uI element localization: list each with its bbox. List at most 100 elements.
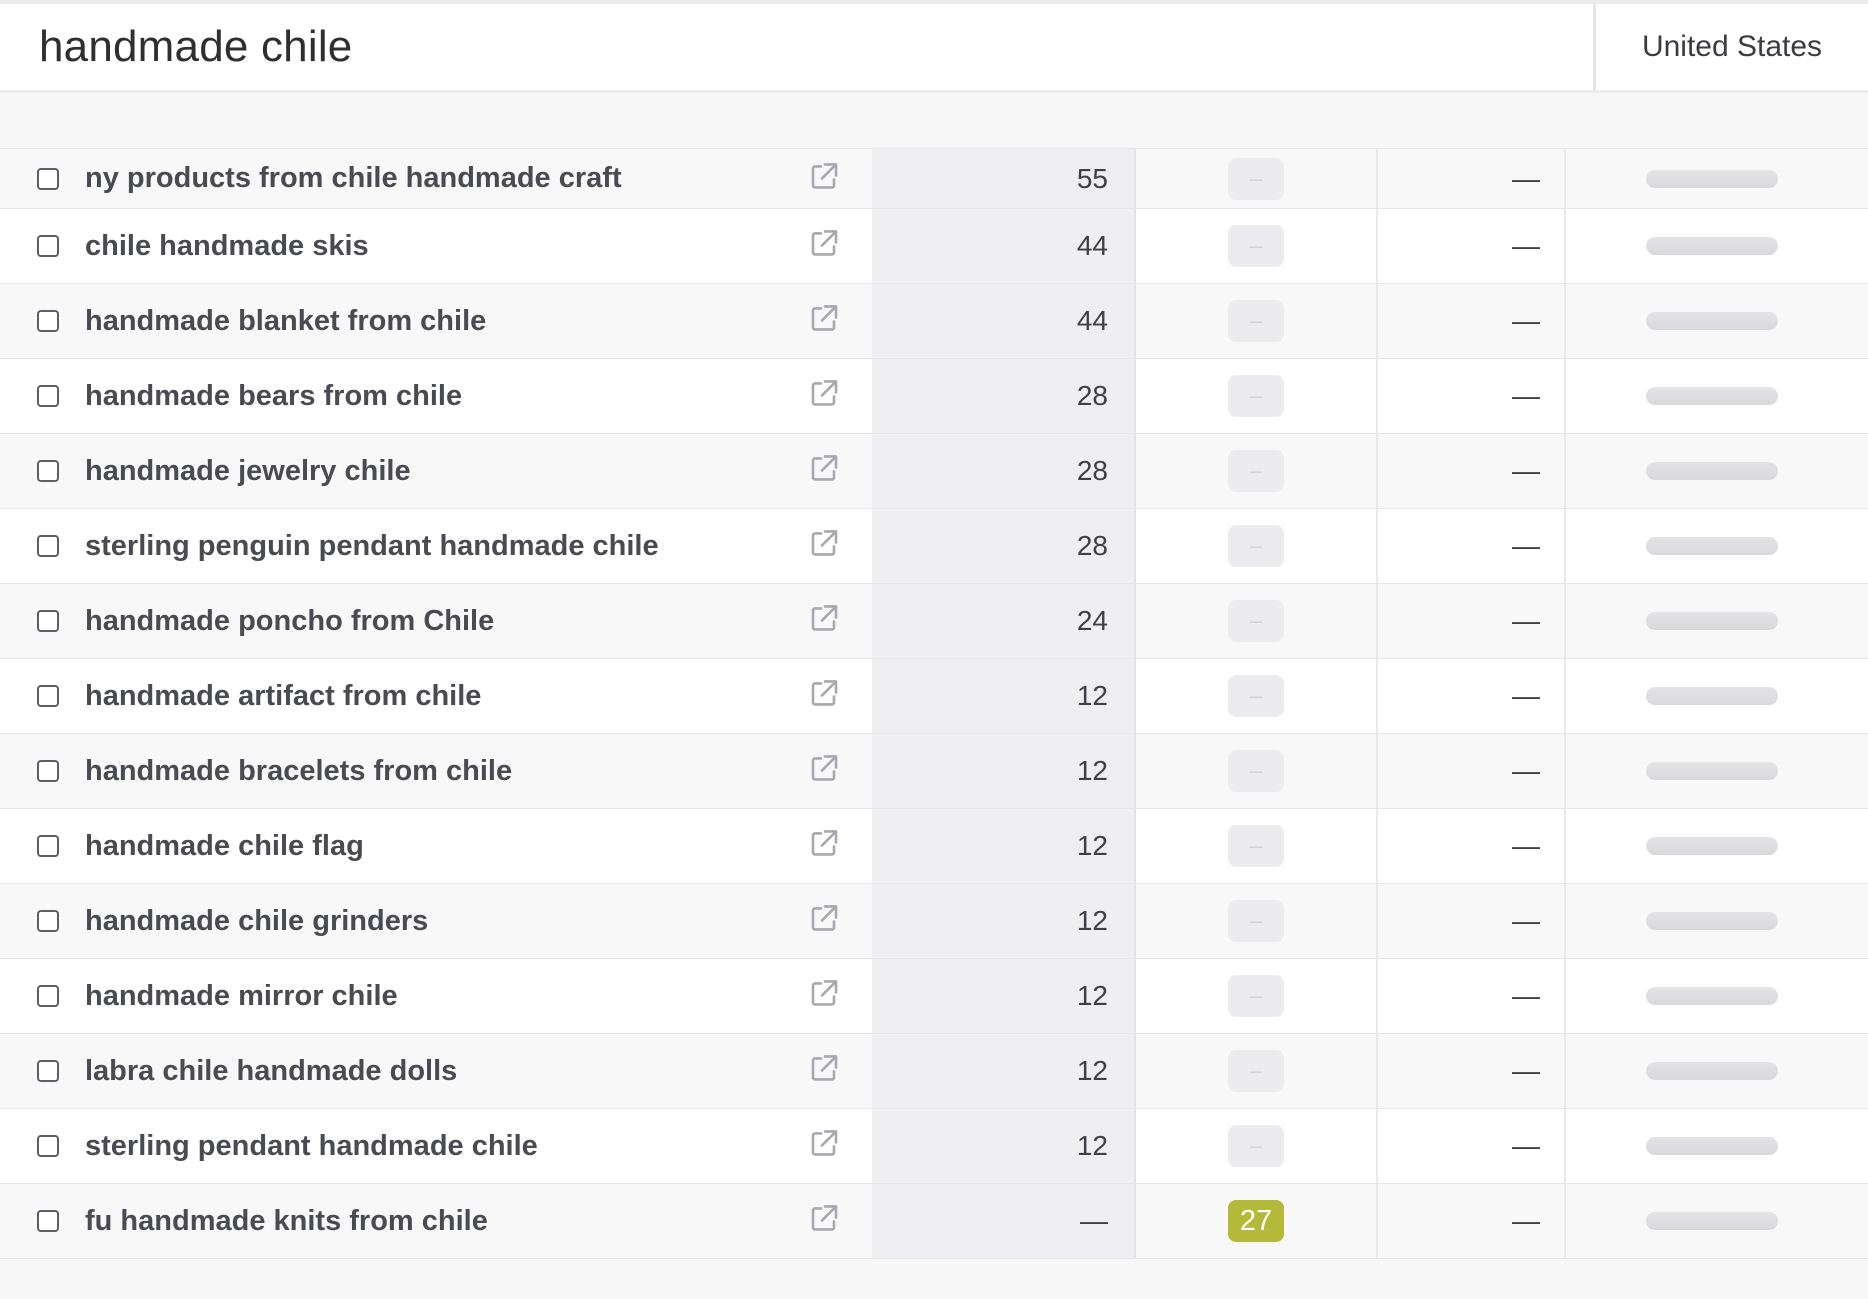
table-row: handmade jewelry chile 28 – — <box>0 434 1868 509</box>
row-checkbox[interactable] <box>37 1135 59 1157</box>
external-link-icon[interactable] <box>808 677 840 709</box>
row-checkbox[interactable] <box>37 1210 59 1232</box>
keyword-difficulty-badge: – <box>1228 900 1284 942</box>
keyword-cell: handmade jewelry chile <box>0 434 872 508</box>
search-volume: 12 <box>872 959 1136 1033</box>
trend-placeholder <box>1646 987 1778 1005</box>
keyword-difficulty-cell: – <box>1136 884 1378 958</box>
external-link-icon[interactable] <box>808 527 840 559</box>
country-selector[interactable]: United States <box>1596 4 1868 90</box>
keyword-text[interactable]: labra chile handmade dolls <box>85 1055 457 1088</box>
external-link-icon[interactable] <box>808 160 840 192</box>
external-link-icon[interactable] <box>808 752 840 784</box>
external-link-icon[interactable] <box>808 227 840 259</box>
keyword-text[interactable]: handmade jewelry chile <box>85 455 411 488</box>
row-checkbox[interactable] <box>37 1060 59 1082</box>
external-link-icon[interactable] <box>808 452 840 484</box>
cpc-value: — <box>1378 659 1566 733</box>
keyword-text[interactable]: handmade bears from chile <box>85 380 462 413</box>
keyword-difficulty-badge: – <box>1228 450 1284 492</box>
table-row: handmade chile grinders 12 – — <box>0 884 1868 959</box>
keyword-cell: handmade chile grinders <box>0 884 872 958</box>
trend-cell <box>1566 584 1868 658</box>
row-checkbox[interactable] <box>37 760 59 782</box>
row-checkbox[interactable] <box>37 685 59 707</box>
search-query[interactable]: handmade chile <box>0 4 1596 90</box>
keyword-difficulty-cell: – <box>1136 1034 1378 1108</box>
keyword-cell: fu handmade knits from chile <box>0 1184 872 1258</box>
trend-cell <box>1566 659 1868 733</box>
keyword-difficulty-badge: – <box>1228 750 1284 792</box>
table-row: sterling penguin pendant handmade chile … <box>0 509 1868 584</box>
external-link-icon[interactable] <box>808 1202 840 1234</box>
external-link-icon[interactable] <box>808 977 840 1009</box>
keyword-difficulty-badge: – <box>1228 300 1284 342</box>
keyword-text[interactable]: handmade bracelets from chile <box>85 755 512 788</box>
trend-placeholder <box>1646 169 1778 188</box>
keyword-difficulty-cell: – <box>1136 734 1378 808</box>
trend-placeholder <box>1646 1137 1778 1155</box>
keyword-text[interactable]: handmade blanket from chile <box>85 305 486 338</box>
keyword-text[interactable]: handmade poncho from Chile <box>85 605 494 638</box>
keyword-text[interactable]: chile handmade skis <box>85 230 369 263</box>
external-link-icon[interactable] <box>808 602 840 634</box>
search-volume: 55 <box>872 149 1136 208</box>
row-checkbox[interactable] <box>37 385 59 407</box>
keyword-difficulty-badge: – <box>1228 1125 1284 1167</box>
cpc-value: — <box>1378 509 1566 583</box>
trend-cell <box>1566 509 1868 583</box>
cpc-value: — <box>1378 149 1566 208</box>
trend-cell <box>1566 434 1868 508</box>
search-volume: 28 <box>872 434 1136 508</box>
external-link-icon[interactable] <box>808 377 840 409</box>
trend-placeholder <box>1646 462 1778 480</box>
keyword-difficulty-badge: – <box>1228 157 1284 200</box>
trend-placeholder <box>1646 1212 1778 1230</box>
keyword-cell: sterling penguin pendant handmade chile <box>0 509 872 583</box>
search-volume: 12 <box>872 734 1136 808</box>
row-checkbox[interactable] <box>37 235 59 257</box>
keyword-difficulty-badge: – <box>1228 525 1284 567</box>
keyword-text[interactable]: handmade chile grinders <box>85 905 428 938</box>
keyword-text[interactable]: ny products from chile handmade craft <box>85 162 622 195</box>
cpc-value: — <box>1378 959 1566 1033</box>
row-checkbox[interactable] <box>37 167 59 190</box>
row-checkbox[interactable] <box>37 610 59 632</box>
cpc-value: — <box>1378 359 1566 433</box>
keyword-difficulty-cell: – <box>1136 659 1378 733</box>
row-checkbox[interactable] <box>37 535 59 557</box>
row-checkbox[interactable] <box>37 835 59 857</box>
keyword-text[interactable]: sterling pendant handmade chile <box>85 1130 538 1163</box>
keyword-difficulty-badge: – <box>1228 225 1284 267</box>
trend-placeholder <box>1646 612 1778 630</box>
external-link-icon[interactable] <box>808 902 840 934</box>
row-checkbox[interactable] <box>37 310 59 332</box>
keyword-text[interactable]: handmade artifact from chile <box>85 680 481 713</box>
table-row: handmade mirror chile 12 – — <box>0 959 1868 1034</box>
row-checkbox[interactable] <box>37 460 59 482</box>
keyword-cell: handmade bears from chile <box>0 359 872 433</box>
trend-cell <box>1566 149 1868 208</box>
external-link-icon[interactable] <box>808 302 840 334</box>
keyword-text[interactable]: handmade mirror chile <box>85 980 398 1013</box>
table-row: handmade artifact from chile 12 – — <box>0 659 1868 734</box>
keyword-cell: chile handmade skis <box>0 209 872 283</box>
keyword-table: ny products from chile handmade craft 55… <box>0 149 1868 1259</box>
row-checkbox[interactable] <box>37 985 59 1007</box>
keyword-difficulty-badge: – <box>1228 375 1284 417</box>
external-link-icon[interactable] <box>808 827 840 859</box>
keyword-text[interactable]: fu handmade knits from chile <box>85 1205 488 1238</box>
table-row: handmade blanket from chile 44 – — <box>0 284 1868 359</box>
keyword-difficulty-badge: – <box>1228 975 1284 1017</box>
trend-cell <box>1566 284 1868 358</box>
keyword-text[interactable]: sterling penguin pendant handmade chile <box>85 530 659 563</box>
table-row: fu handmade knits from chile — 27 — <box>0 1184 1868 1259</box>
trend-cell <box>1566 1184 1868 1258</box>
external-link-icon[interactable] <box>808 1052 840 1084</box>
table-row: handmade bears from chile 28 – — <box>0 359 1868 434</box>
keyword-text[interactable]: handmade chile flag <box>85 830 364 863</box>
row-checkbox[interactable] <box>37 910 59 932</box>
search-volume: 12 <box>872 884 1136 958</box>
external-link-icon[interactable] <box>808 1127 840 1159</box>
search-volume: 28 <box>872 359 1136 433</box>
